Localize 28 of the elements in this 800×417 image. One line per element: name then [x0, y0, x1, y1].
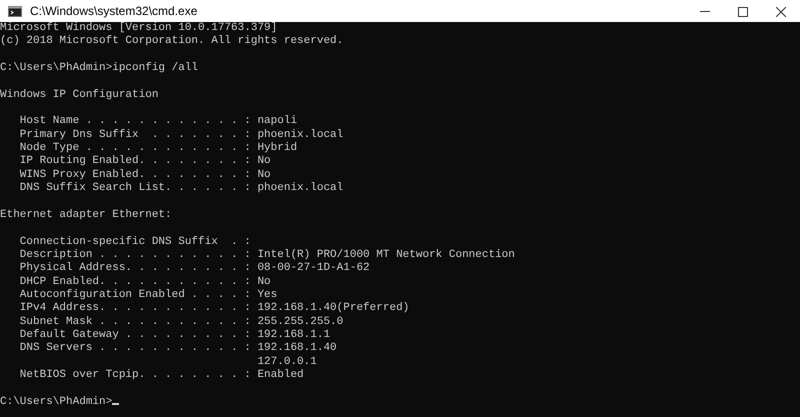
console-line: Host Name . . . . . . . . . . . . : napoli: [18, 115, 298, 129]
console-line: Windows IP Configuration: [0, 88, 158, 102]
close-icon: [776, 6, 786, 17]
console-line: Physical Address. . . . . . . . . : 08-00-27-1D-A1-62: [18, 262, 370, 276]
console-line: IPv4 Address. . . . . . . . . . . : 192.168.1.40(Preferred): [18, 302, 410, 316]
console-line: Connection-specific DNS Suffix . :: [18, 236, 251, 249]
console-app-icon: [8, 6, 22, 16]
console-line: Primary Dns Suffix . . . . . . . : phoenix.local: [18, 128, 344, 142]
console-line: 127.0.0.1: [256, 356, 317, 369]
console-line: Ethernet adapter Ethernet:: [0, 208, 172, 222]
console-line: DNS Suffix Search List. . . . . . : phoenix.local: [18, 182, 344, 196]
console-line: Microsoft Windows [Version 10.0.17763.379]: [0, 22, 278, 35]
console-line: IP Routing Enabled. . . . . . . . : No: [18, 155, 271, 169]
console-line: Node Type . . . . . . . . . . . . : Hybrid: [18, 142, 298, 155]
window-title: C:\Windows\system32\cmd.exe: [30, 3, 198, 20]
console-line: Default Gateway . . . . . . . . . : 192.168.1.1: [18, 328, 330, 342]
console-line: (c) 2018 Microsoft Corporation. All rights reserved.: [0, 35, 344, 49]
console-line: Autoconfiguration Enabled . . . . : Yes: [18, 288, 278, 302]
console-line: NetBIOS over Tcpip. . . . . . . . : Enabled: [18, 368, 304, 382]
console-line: Subnet Mask . . . . . . . . . . . : 255.255.255.0: [18, 316, 344, 329]
maximize-icon: [738, 6, 748, 17]
minimize-icon: [700, 11, 710, 12]
console-line: C:\Users\PhAdmin>ipconfig /all: [0, 62, 198, 76]
console-line: C:\Users\PhAdmin>: [0, 396, 112, 409]
console-line: DHCP Enabled. . . . . . . . . . . : No: [18, 276, 271, 289]
console-line: Description . . . . . . . . . . . : Intel(R) PRO/1000 MT Network Connection: [18, 248, 515, 262]
console-line: DNS Servers . . . . . . . . . . . : 192.168.1.40: [18, 342, 337, 356]
console-line: WINS Proxy Enabled. . . . . . . . : No: [18, 168, 271, 182]
